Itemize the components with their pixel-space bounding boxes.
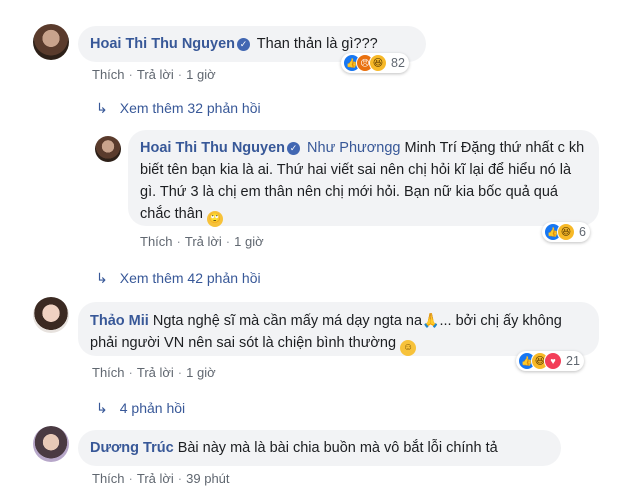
haha-icon: 😆 [369, 54, 387, 72]
comment-text: Bài này mà là bài chia buồn mà vô bắt lỗ… [177, 440, 498, 456]
like-link[interactable]: Thích [92, 365, 125, 380]
timestamp[interactable]: 39 phút [186, 471, 229, 486]
reply-link[interactable]: Trả lời [137, 67, 174, 82]
smile-emoji-icon: ☺ [400, 340, 417, 356]
praying-hands-icon: 🙏 [422, 312, 440, 328]
comment-author[interactable]: Thảo Mii [90, 313, 149, 329]
reply-arrow-icon: ↳ [96, 100, 108, 116]
reply-arrow-icon: ↳ [96, 270, 108, 286]
comment-actions: Thích · Trả lời · 39 phút [92, 471, 230, 486]
view-more-replies[interactable]: ↳ Xem thêm 32 phản hồi [96, 100, 261, 117]
reply-arrow-icon: ↳ [96, 400, 108, 416]
reply-link[interactable]: Trả lời [137, 471, 174, 486]
like-link[interactable]: Thích [92, 67, 125, 82]
comment-text: Than thản là gì??? [256, 36, 378, 52]
like-link[interactable]: Thích [92, 471, 125, 486]
reactions-summary[interactable]: 👍 😠 😆 82 [341, 53, 409, 73]
comment-actions: Thích · Trả lời · 1 giờ [92, 67, 216, 82]
timestamp[interactable]: 1 giờ [186, 365, 216, 380]
mention-link[interactable]: Như Phươngg [307, 140, 400, 156]
comment-author[interactable]: Dương Trúc [90, 440, 174, 456]
comment-bubble: Dương Trúc Bài này mà là bài chia buồn m… [78, 430, 561, 466]
reply-link[interactable]: Trả lời [185, 234, 222, 249]
avatar[interactable] [33, 24, 69, 60]
love-icon: ♥ [544, 352, 562, 370]
comment-bubble: Hoai Thi Thu Nguyen ✓ Như Phươngg Minh Tr… [128, 130, 599, 227]
reactions-summary[interactable]: 👍 😆 6 [542, 222, 590, 242]
view-more-replies[interactable]: ↳ 4 phản hồi [96, 400, 185, 417]
comment-text-part1: Ngta nghệ sĩ mà cần mấy má dạy ngta na [152, 313, 423, 329]
like-link[interactable]: Thích [140, 234, 173, 249]
eye-roll-emoji-icon: 🙄 [206, 211, 223, 227]
verified-badge-icon: ✓ [237, 38, 250, 51]
view-more-label: Xem thêm 32 phản hồi [119, 100, 261, 116]
view-more-label: Xem thêm 42 phản hồi [119, 270, 261, 286]
comment-bubble: Thảo Mii Ngta nghệ sĩ mà cần mấy má dạy … [78, 302, 599, 356]
avatar[interactable] [33, 426, 69, 462]
comment-author[interactable]: Hoai Thi Thu Nguyen [140, 140, 285, 156]
timestamp[interactable]: 1 giờ [234, 234, 264, 249]
reactions-summary[interactable]: 👍 😆 ♥ 21 [516, 351, 584, 371]
reply-link[interactable]: Trả lời [137, 365, 174, 380]
comment-actions: Thích · Trả lời · 1 giờ [140, 234, 264, 249]
haha-icon: 😆 [557, 223, 575, 241]
verified-badge-icon: ✓ [287, 142, 300, 155]
reaction-count: 21 [566, 354, 580, 368]
comment-author[interactable]: Hoai Thi Thu Nguyen [90, 36, 235, 52]
timestamp[interactable]: 1 giờ [186, 67, 216, 82]
avatar[interactable] [95, 136, 121, 162]
view-more-replies[interactable]: ↳ Xem thêm 42 phản hồi [96, 270, 261, 287]
reaction-count: 6 [579, 225, 586, 239]
comment-actions: Thích · Trả lời · 1 giờ [92, 365, 216, 380]
avatar[interactable] [33, 297, 69, 333]
view-more-label: 4 phản hồi [119, 400, 186, 416]
reaction-count: 82 [391, 56, 405, 70]
